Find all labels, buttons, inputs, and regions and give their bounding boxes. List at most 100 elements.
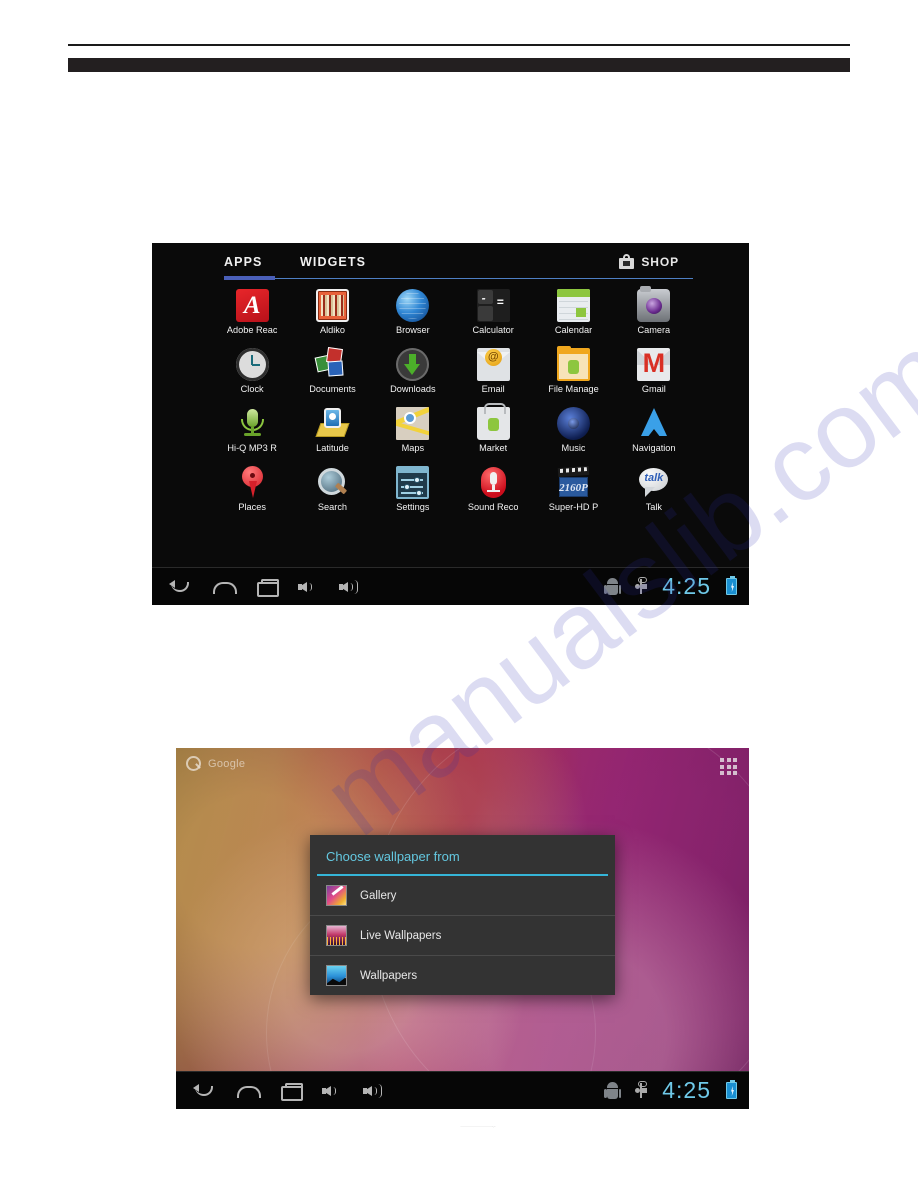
tab-apps[interactable]: APPS xyxy=(224,255,262,269)
settings-icon xyxy=(396,466,430,499)
aldiko-icon xyxy=(315,289,349,322)
app-item-browser[interactable]: Browser xyxy=(373,289,453,348)
app-item-calendar[interactable]: Calendar xyxy=(533,289,613,348)
app-grid: Adobe Reac Aldiko Browser - = + Calc xyxy=(152,286,749,525)
maps-icon xyxy=(396,407,430,440)
battery-charging-icon[interactable] xyxy=(726,1080,737,1099)
dialog-item-label: Wallpapers xyxy=(360,969,418,982)
app-item-aldiko[interactable]: Aldiko xyxy=(292,289,372,348)
calendar-icon xyxy=(556,289,590,322)
app-label: Camera xyxy=(637,325,671,335)
battery-charging-icon[interactable] xyxy=(726,576,737,595)
live-wallpapers-thumb-icon xyxy=(326,925,347,946)
music-icon xyxy=(556,407,590,440)
app-item-file-manager[interactable]: File Manage xyxy=(533,346,613,407)
tab-widgets[interactable]: WIDGETS xyxy=(300,255,366,269)
volume-down-icon[interactable] xyxy=(322,1081,342,1100)
apps-grid-icon[interactable] xyxy=(720,758,737,775)
app-label: Super-HD P xyxy=(548,502,599,512)
app-item-downloads[interactable]: Downloads xyxy=(373,348,453,407)
app-label: Music xyxy=(561,443,586,453)
drawer-tabbar: APPS WIDGETS SHOP xyxy=(152,243,749,286)
dialog-item-gallery[interactable]: Gallery xyxy=(310,876,615,916)
app-label: Maps xyxy=(401,443,425,453)
talk-badge: talk xyxy=(644,472,664,484)
calc-minus-key: - xyxy=(481,291,486,305)
dialog-title: Choose wallpaper from xyxy=(326,849,460,864)
app-label: Browser xyxy=(395,325,430,335)
search-icon xyxy=(316,466,349,499)
app-item-navigation[interactable]: Navigation xyxy=(614,407,694,466)
app-label: Adobe Reac xyxy=(226,325,278,335)
app-label: Email xyxy=(481,384,505,394)
app-label: Talk xyxy=(645,502,662,512)
shop-label: SHOP xyxy=(641,254,679,269)
app-item-adobe-reader[interactable]: Adobe Reac xyxy=(212,289,292,348)
app-item-calculator[interactable]: - = + Calculator xyxy=(453,289,533,348)
app-item-documents[interactable]: Documents xyxy=(292,347,372,407)
market-icon xyxy=(476,403,510,440)
app-item-email[interactable]: @ Email xyxy=(453,348,533,407)
app-label: Clock xyxy=(240,384,264,394)
dialog-item-label: Live Wallpapers xyxy=(360,929,442,942)
app-item-settings[interactable]: Settings xyxy=(373,466,453,525)
home-icon[interactable] xyxy=(236,1081,261,1100)
email-icon: @ xyxy=(476,348,510,381)
downloads-icon xyxy=(396,348,430,381)
volume-down-icon[interactable] xyxy=(298,577,318,596)
app-label: Search xyxy=(317,502,348,512)
navbar-left-group xyxy=(152,577,359,597)
camera-icon xyxy=(637,286,671,322)
back-icon[interactable] xyxy=(169,577,191,596)
app-item-clock[interactable]: Clock xyxy=(212,348,292,407)
app-item-sound-recorder[interactable]: Sound Reco xyxy=(453,466,533,525)
google-search-widget[interactable]: Google xyxy=(186,756,245,771)
android-robot-icon[interactable] xyxy=(604,1081,622,1100)
sound-recorder-icon xyxy=(477,466,510,499)
android-robot-icon[interactable] xyxy=(604,577,622,596)
back-icon[interactable] xyxy=(193,1081,215,1100)
usb-icon[interactable] xyxy=(635,1081,648,1100)
shop-button[interactable]: SHOP xyxy=(619,254,679,269)
app-item-latitude[interactable]: Latitude xyxy=(292,407,372,466)
app-label: Downloads xyxy=(390,384,436,394)
usb-icon[interactable] xyxy=(635,577,648,596)
volume-up-icon[interactable] xyxy=(339,577,359,596)
wallpapers-thumb-icon xyxy=(326,965,347,986)
app-item-places[interactable]: Places xyxy=(212,466,292,525)
search-icon xyxy=(186,756,201,771)
recent-apps-icon[interactable] xyxy=(279,1081,303,1101)
app-drawer-screenshot: APPS WIDGETS SHOP Adobe Reac xyxy=(152,243,749,605)
shopping-bag-icon xyxy=(619,254,635,269)
app-item-camera[interactable]: Camera xyxy=(614,286,694,348)
app-label: File Manage xyxy=(548,384,599,394)
google-search-label: Google xyxy=(208,757,246,770)
file-manager-icon xyxy=(556,346,590,381)
super-hd-player-icon: 2160P xyxy=(557,465,590,499)
app-item-search[interactable]: Search xyxy=(292,466,372,525)
app-label: Calculator xyxy=(472,325,514,335)
dialog-item-wallpapers[interactable]: Wallpapers xyxy=(310,956,615,995)
volume-up-icon[interactable] xyxy=(363,1081,383,1100)
app-label: Market xyxy=(479,443,508,453)
status-clock[interactable]: 4:25 xyxy=(662,573,711,600)
calc-equals-key: = xyxy=(496,295,504,309)
status-clock[interactable]: 4:25 xyxy=(662,1077,711,1104)
app-label: Places xyxy=(238,502,266,512)
navigation-icon xyxy=(637,407,670,440)
app-label: Sound Reco xyxy=(467,502,519,512)
app-item-hi-q-mp3-recorder[interactable]: Hi-Q MP3 R xyxy=(212,407,292,466)
recent-apps-icon[interactable] xyxy=(255,577,279,597)
app-item-super-hd-player[interactable]: 2160P Super-HD P xyxy=(533,465,613,525)
app-item-market[interactable]: Market xyxy=(453,403,533,466)
dialog-item-live-wallpapers[interactable]: Live Wallpapers xyxy=(310,916,615,956)
app-item-gmail[interactable]: Gmail xyxy=(614,347,694,407)
calc-plus-key: + xyxy=(481,307,489,321)
home-icon[interactable] xyxy=(212,577,237,596)
app-item-talk[interactable]: talk Talk xyxy=(614,466,694,525)
footer-rule xyxy=(460,1126,496,1128)
choose-wallpaper-dialog: Choose wallpaper from Gallery Live Wallp… xyxy=(310,835,615,995)
app-item-music[interactable]: Music xyxy=(533,407,613,466)
manual-page: APPS WIDGETS SHOP Adobe Reac xyxy=(0,0,918,1188)
app-item-maps[interactable]: Maps xyxy=(373,407,453,466)
